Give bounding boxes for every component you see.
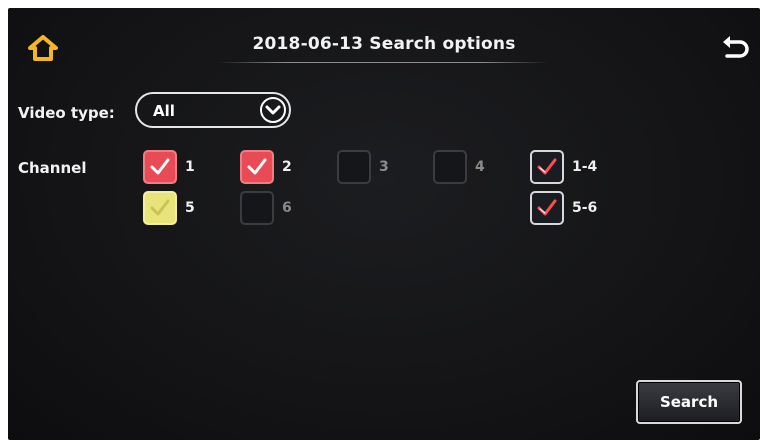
video-type-label: Video type: (18, 104, 115, 122)
channel-checkbox-label: 6 (282, 200, 292, 216)
checkbox-box[interactable] (143, 191, 177, 225)
channel-checkbox-label: 4 (475, 159, 485, 175)
channel-checkbox-4[interactable]: 4 (433, 150, 485, 184)
checkbox-box[interactable] (530, 150, 564, 184)
channel-checkbox-label: 1 (185, 159, 195, 175)
checkmark-icon (150, 199, 170, 216)
checkbox-box[interactable] (337, 150, 371, 184)
checkbox-box[interactable] (240, 150, 274, 184)
search-options-screen: 2018-06-13 Search options Video type: Al… (8, 8, 760, 440)
checkbox-box[interactable] (240, 191, 274, 225)
channel-checkbox-1-4[interactable]: 1-4 (530, 150, 597, 184)
search-button[interactable]: Search (636, 380, 742, 424)
channel-checkbox-label: 5 (185, 200, 195, 216)
checkbox-box[interactable] (143, 150, 177, 184)
title-divider (218, 62, 548, 63)
checkmark-icon (150, 158, 170, 175)
channel-checkbox-label: 1-4 (572, 159, 598, 175)
channel-checkbox-5[interactable]: 5 (143, 191, 195, 225)
video-type-value: All (153, 102, 175, 120)
channel-checkbox-3[interactable]: 3 (337, 150, 389, 184)
channel-checkbox-5-6[interactable]: 5-6 (530, 191, 597, 225)
chevron-down-icon[interactable] (260, 97, 286, 123)
checkbox-box[interactable] (530, 191, 564, 225)
header-bar: 2018-06-13 Search options (8, 8, 760, 80)
back-button[interactable] (720, 32, 750, 62)
checkmark-icon (247, 158, 267, 175)
channel-checkbox-label: 5-6 (572, 200, 598, 216)
channel-checkbox-6[interactable]: 6 (240, 191, 292, 225)
channel-label: Channel (18, 159, 87, 177)
back-arrow-icon (720, 36, 750, 66)
page-title: 2018-06-13 Search options (252, 34, 516, 54)
channel-checkbox-label: 3 (379, 159, 389, 175)
channel-checkbox-1[interactable]: 1 (143, 150, 195, 184)
channel-checkbox-2[interactable]: 2 (240, 150, 292, 184)
checkmark-icon (537, 199, 557, 216)
checkmark-icon (537, 158, 557, 175)
channel-checkbox-label: 2 (282, 159, 292, 175)
checkbox-box[interactable] (433, 150, 467, 184)
video-type-select[interactable]: All (135, 92, 291, 128)
